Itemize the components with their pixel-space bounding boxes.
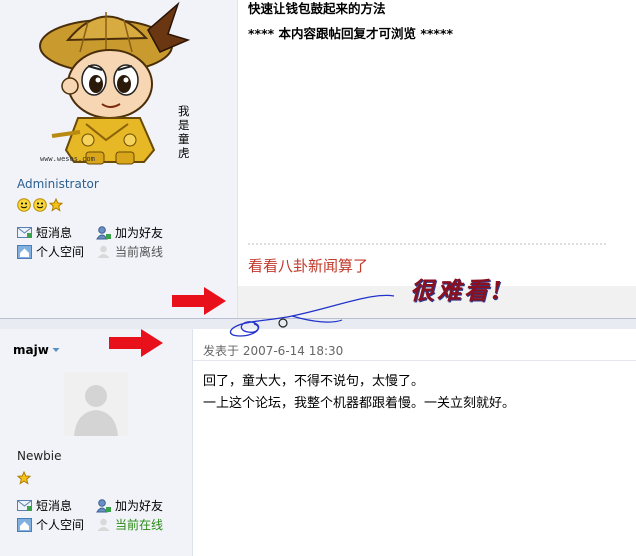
avatar-caption: 我是童虎: [178, 104, 190, 160]
post2-rank-icons: [16, 470, 32, 488]
post2-username: majw: [13, 343, 49, 357]
post1-pm-label: 短消息: [36, 226, 73, 240]
post2-avatar[interactable]: [64, 372, 128, 436]
post1-add-friend-button[interactable]: 加为好友: [96, 224, 163, 241]
home-icon: [17, 517, 32, 532]
chevron-down-icon: [52, 348, 60, 352]
mail-icon: [17, 227, 32, 238]
post1-role: Administrator: [17, 177, 99, 191]
mail-icon: [17, 500, 32, 511]
user-offline-icon: [97, 245, 110, 258]
post1-content-line-1: 快速让钱包鼓起来的方法: [248, 1, 386, 16]
post2-space-label: 个人空间: [36, 518, 85, 532]
post1-space-label: 个人空间: [36, 245, 85, 259]
post1-rank-icons: [17, 198, 63, 212]
scribble-annotation: [229, 294, 395, 337]
post1-signature: 看看八卦新闻算了: [248, 257, 369, 275]
post2-status: 当前在线: [96, 516, 163, 533]
add-friend-icon: [96, 225, 111, 239]
post1-content-line-2: **** 本内容跟帖回复才可浏览 *****: [248, 26, 454, 41]
home-icon: [17, 244, 32, 259]
post2-content-line-2: 一上这个论坛，我整个机器都跟着慢。一关立刻就好。: [203, 396, 516, 411]
post1-status: 当前离线: [96, 243, 163, 260]
post2-header-divider: [193, 360, 636, 361]
post2-status-label: 当前在线: [115, 518, 164, 532]
red-arrow-icon: [109, 329, 163, 357]
post2-space-button[interactable]: 个人空间: [17, 516, 84, 533]
post1-pm-button[interactable]: 短消息: [17, 224, 72, 241]
post2-pm-label: 短消息: [36, 499, 73, 513]
post1-status-label: 当前离线: [115, 245, 164, 259]
post2-timestamp: 发表于 2007-6-14 18:30: [203, 344, 344, 358]
post1-avatar[interactable]: [28, 0, 198, 168]
smiley-icon: [17, 198, 31, 212]
star-icon: [49, 198, 63, 212]
post2-pm-button[interactable]: 短消息: [17, 497, 72, 514]
post2-content-panel: [193, 329, 636, 556]
post1-space-button[interactable]: 个人空间: [17, 243, 84, 260]
post2-add-friend-button[interactable]: 加为好友: [96, 497, 163, 514]
post2-add-friend-label: 加为好友: [115, 499, 164, 513]
post2-content-line-1: 回了，童大大，不得不说句，太慢了。: [203, 374, 425, 389]
user-online-icon: [97, 518, 110, 531]
post1-add-friend-label: 加为好友: [115, 226, 164, 240]
post2-username-link[interactable]: majw: [13, 343, 60, 357]
smiley-icon: [33, 198, 47, 212]
post2-role: Newbie: [17, 449, 62, 463]
avatar-watermark: www.wesos.com: [40, 155, 95, 163]
signature-divider: [248, 243, 606, 245]
red-arrow-icon: [172, 287, 226, 315]
annotation-text: 很难看!: [410, 276, 505, 305]
star-icon: [16, 470, 32, 485]
add-friend-icon: [96, 498, 111, 512]
